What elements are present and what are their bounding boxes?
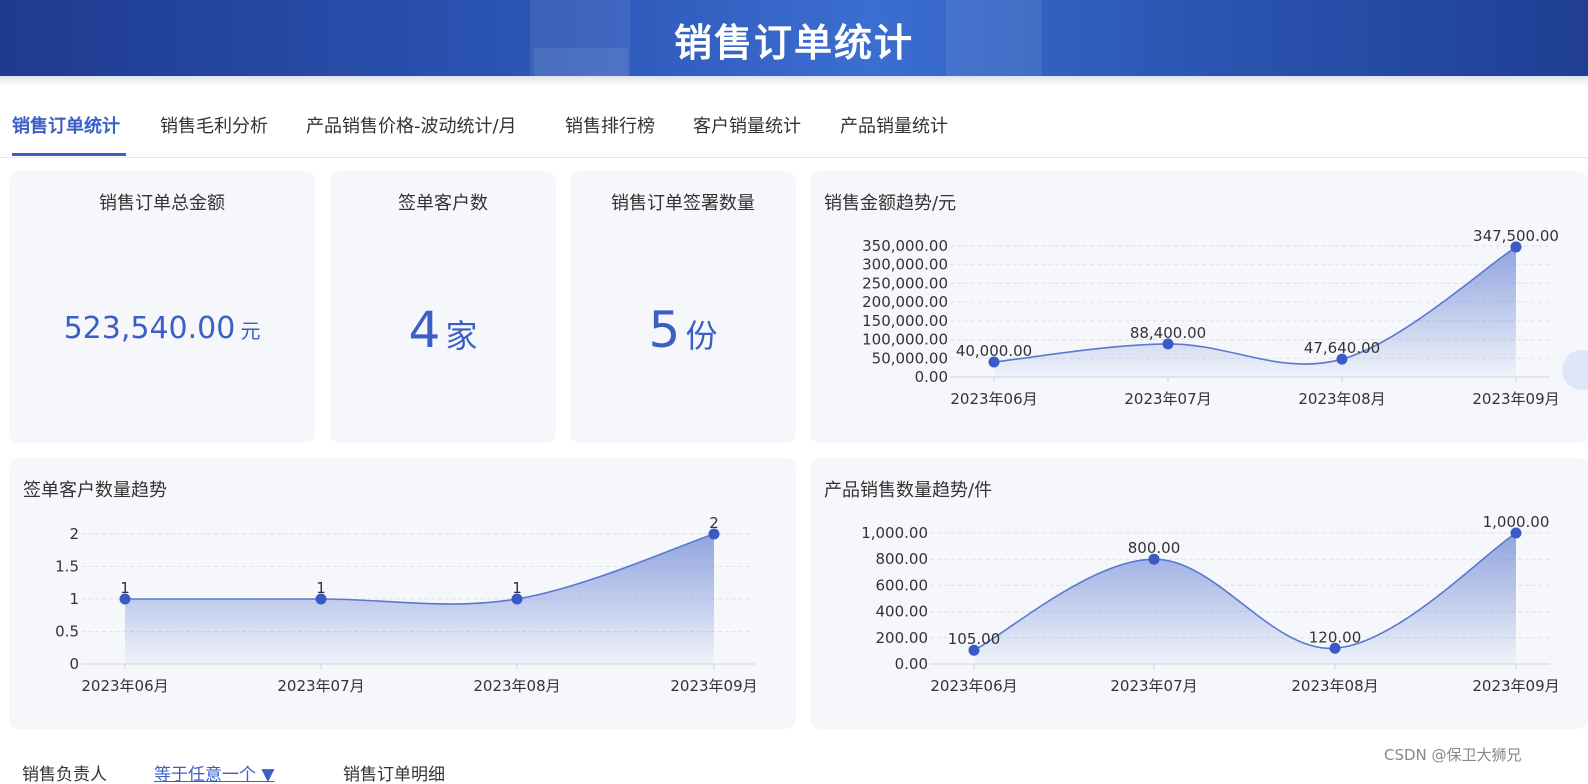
- data-label: 800.00: [1128, 539, 1181, 557]
- kpi-number: 523,540.00: [63, 311, 236, 346]
- y-tick-label: 0.00: [895, 655, 928, 673]
- data-label: 47,640.00: [1304, 339, 1380, 357]
- filter-value: 等于任意一个: [154, 765, 256, 784]
- data-label: 2: [709, 514, 719, 532]
- data-label: 105.00: [948, 630, 1001, 648]
- dropdown-triangle-icon: ▼: [261, 765, 275, 784]
- tab-bar: 销售订单统计 销售毛利分析 产品销售价格-波动统计/月 销售排行榜 客户销量统计…: [0, 106, 1588, 158]
- product-quantity-chart: 0.00 200.00 400.00 600.00 800.00 1,000.00 2023…: [861, 513, 1559, 695]
- data-label: 1: [512, 579, 522, 597]
- kpi-unit: 份: [685, 317, 718, 355]
- kpi-value: 5 份: [570, 301, 796, 359]
- y-tick-label: 800.00: [876, 550, 929, 568]
- kpi-number: 5: [648, 301, 681, 359]
- kpi-unit: 元: [240, 319, 261, 343]
- data-label: 40,000.00: [956, 342, 1032, 360]
- y-tick-label: 300,000.00: [862, 256, 948, 274]
- chart-card-quantity: 产品销售数量趋势/件 0.00 200.00 400.00 600.00 800.00 1…: [810, 458, 1588, 729]
- x-tick-label: 2023年08月: [473, 677, 560, 695]
- data-label: 1: [120, 579, 130, 597]
- y-tick-label: 100,000.00: [862, 331, 948, 349]
- x-tick-label: 2023年07月: [1124, 390, 1211, 408]
- y-tick-label: 2: [69, 525, 79, 543]
- x-tick-label: 2023年09月: [1472, 677, 1559, 695]
- y-tick-label: 1.5: [55, 558, 79, 576]
- data-label: 120.00: [1309, 628, 1362, 646]
- y-tick-label: 0.5: [55, 623, 79, 641]
- y-tick-label: 250,000.00: [862, 274, 948, 292]
- kpi-title: 签单客户数: [398, 193, 488, 214]
- y-tick-label: 1: [69, 590, 79, 608]
- sales-amount-chart: 0.0050,000.00100,000.00150,000.00200,000…: [862, 227, 1560, 408]
- kpi-card-total-amount: 销售订单总金额 523,540.00 元: [9, 171, 315, 443]
- y-tick-label: 400.00: [876, 603, 929, 621]
- x-tick-label: 2023年06月: [81, 677, 168, 695]
- x-tick-label: 2023年07月: [277, 677, 364, 695]
- tab-sales-order-stats[interactable]: 销售订单统计: [12, 112, 120, 138]
- y-tick-label: 0.00: [915, 368, 948, 386]
- kpi-card-customers: 签单客户数 4 家: [330, 171, 556, 443]
- kpi-number: 4: [408, 301, 441, 359]
- x-tick-label: 2023年06月: [950, 390, 1037, 408]
- y-tick-label: 200.00: [876, 629, 929, 647]
- y-tick-label: 50,000.00: [872, 349, 948, 367]
- header-shadow: [0, 76, 1588, 86]
- tab-gross-profit[interactable]: 销售毛利分析: [160, 112, 268, 138]
- filter-select[interactable]: 等于任意一个 ▼: [154, 760, 274, 784]
- chart-card-customers: 签单客户数量趋势 0 0.5 1 1.5 2 2023年06月 2023年07月 2023年0…: [9, 458, 796, 729]
- kpi-title: 销售订单签署数量: [611, 193, 755, 214]
- y-tick-label: 0: [69, 655, 79, 673]
- y-tick-label: 200,000.00: [862, 293, 948, 311]
- active-tab-indicator: [12, 153, 126, 156]
- tab-product-sales[interactable]: 产品销量统计: [840, 112, 948, 138]
- x-tick-label: 2023年09月: [670, 677, 757, 695]
- x-tick-label: 2023年06月: [930, 677, 1017, 695]
- customer-count-chart: 0 0.5 1 1.5 2 2023年06月 2023年07月 2023年08月 2023年09…: [55, 514, 757, 695]
- data-label: 1,000.00: [1483, 513, 1550, 531]
- x-tick-label: 2023年07月: [1110, 677, 1197, 695]
- filter-label: 销售负责人: [22, 765, 107, 784]
- data-label: 88,400.00: [1130, 324, 1206, 342]
- y-tick-label: 150,000.00: [862, 312, 948, 330]
- watermark: CSDN @保卫大狮兄: [1384, 746, 1522, 764]
- y-tick-label: 350,000.00: [862, 237, 948, 255]
- kpi-value: 523,540.00 元: [9, 311, 315, 346]
- data-label: 347,500.00: [1473, 227, 1559, 245]
- kpi-value: 4 家: [330, 301, 556, 359]
- detail-section-title: 销售订单明细: [343, 765, 445, 784]
- page-header: 销售订单统计: [0, 0, 1588, 76]
- y-tick-label: 600.00: [876, 576, 929, 594]
- tab-customer-sales[interactable]: 客户销量统计: [693, 112, 801, 138]
- page-title: 销售订单统计: [673, 21, 914, 65]
- kpi-unit: 家: [445, 317, 478, 355]
- kpi-card-orders: 销售订单签署数量 5 份: [570, 171, 796, 443]
- y-tick-label: 1,000.00: [861, 524, 928, 542]
- x-tick-label: 2023年08月: [1298, 390, 1385, 408]
- data-label: 1: [316, 579, 326, 597]
- x-tick-label: 2023年08月: [1291, 677, 1378, 695]
- tab-price-fluctuation[interactable]: 产品销售价格-波动统计/月: [306, 112, 517, 138]
- kpi-title: 销售订单总金额: [99, 193, 225, 214]
- x-tick-label: 2023年09月: [1472, 390, 1559, 408]
- tab-sales-ranking[interactable]: 销售排行榜: [565, 112, 655, 138]
- chart-card-sales-amount: 销售金额趋势/元 0.00 50,000.00 100,000.00 150,000.…: [810, 171, 1588, 443]
